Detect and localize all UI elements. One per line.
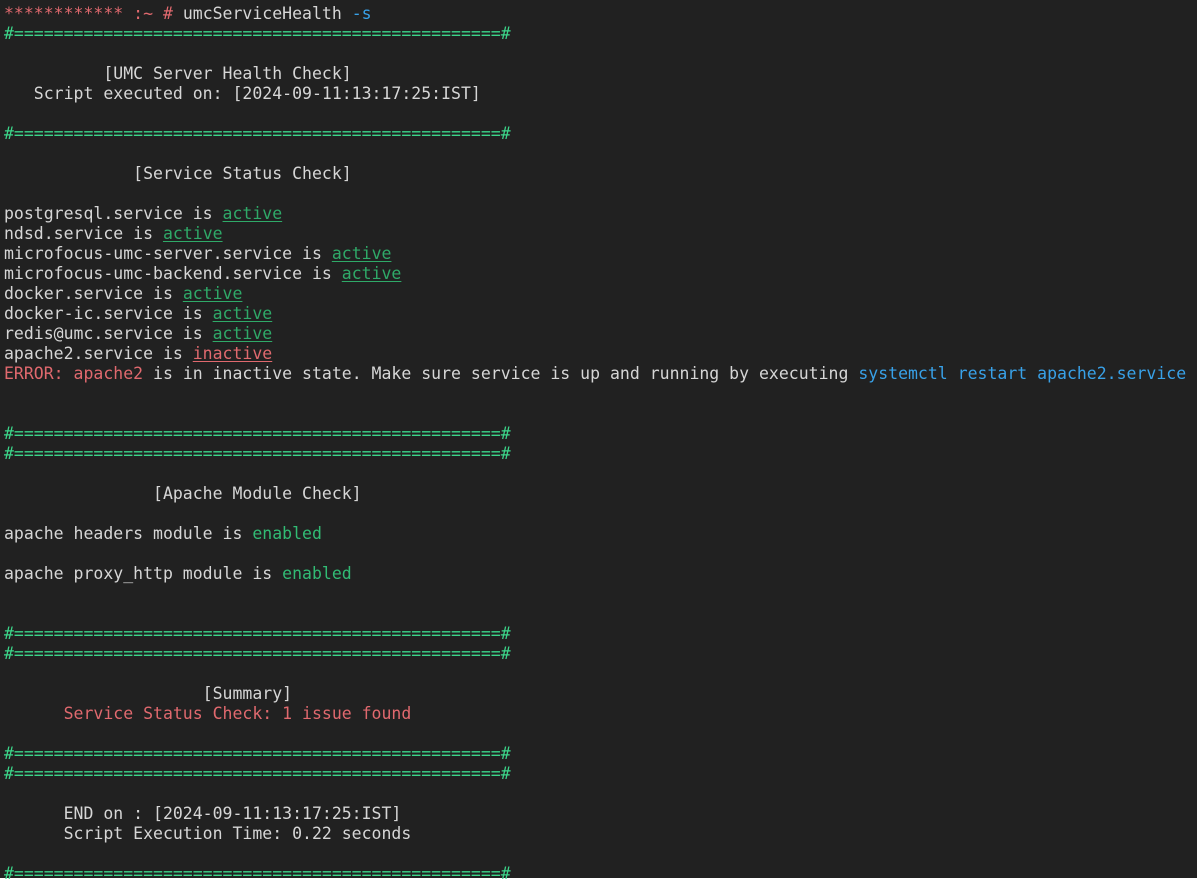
service-name: redis@umc.service is bbox=[4, 324, 213, 343]
section-title-line: [Summary] bbox=[4, 684, 1197, 704]
service-name: docker-ic.service is bbox=[4, 304, 213, 323]
section-title-service-status: [Service Status Check] bbox=[4, 164, 352, 183]
blank-line bbox=[4, 544, 1197, 564]
blank-line bbox=[4, 664, 1197, 684]
module-status-line: apache proxy_http module is enabled bbox=[4, 564, 1197, 584]
blank-line bbox=[4, 104, 1197, 124]
section-title-line: [UMC Server Health Check] bbox=[4, 64, 1197, 84]
blank-line bbox=[4, 504, 1197, 524]
status-active: active bbox=[332, 244, 392, 263]
blank-line bbox=[4, 464, 1197, 484]
status-active: active bbox=[213, 324, 273, 343]
blank-line bbox=[4, 584, 1197, 604]
status-enabled: enabled bbox=[282, 564, 352, 583]
error-label: ERROR: apache2 bbox=[4, 364, 143, 383]
separator-rule: #=======================================… bbox=[4, 864, 511, 883]
section-title-line: [Apache Module Check] bbox=[4, 484, 1197, 504]
service-name: postgresql.service is bbox=[4, 204, 223, 223]
service-status-line: microfocus-umc-backend.service is active bbox=[4, 264, 1197, 284]
command-flag: -s bbox=[352, 4, 372, 23]
service-status-line: postgresql.service is active bbox=[4, 204, 1197, 224]
section-title-apache-module: [Apache Module Check] bbox=[4, 484, 362, 503]
terminal-output: ************ :~ # umcServiceHealth -s#==… bbox=[4, 4, 1197, 884]
blank-line bbox=[4, 144, 1197, 164]
blank-line bbox=[4, 604, 1197, 624]
separator-rule: #=======================================… bbox=[4, 744, 511, 763]
summary-issue-line: Service Status Check: 1 issue found bbox=[4, 704, 1197, 724]
service-status-line: apache2.service is inactive bbox=[4, 344, 1197, 364]
service-name: ndsd.service is bbox=[4, 224, 163, 243]
blank-line bbox=[4, 44, 1197, 64]
service-status-line: microfocus-umc-server.service is active bbox=[4, 244, 1197, 264]
status-enabled: enabled bbox=[252, 524, 322, 543]
module-status-line: apache headers module is enabled bbox=[4, 524, 1197, 544]
error-line: ERROR: apache2 is in inactive state. Mak… bbox=[4, 364, 1197, 384]
command-text: umcServiceHealth bbox=[173, 4, 352, 23]
module-name: apache headers module is bbox=[4, 524, 252, 543]
separator-line: #=======================================… bbox=[4, 644, 1197, 664]
summary-issue-count: Service Status Check: 1 issue found bbox=[4, 704, 411, 723]
section-title-summary: [Summary] bbox=[4, 684, 292, 703]
service-status-line: ndsd.service is active bbox=[4, 224, 1197, 244]
execution-time: Script Execution Time: 0.22 seconds bbox=[4, 824, 411, 843]
separator-rule: #=======================================… bbox=[4, 764, 511, 783]
section-title-umc-health: [UMC Server Health Check] bbox=[4, 64, 352, 83]
status-inactive: inactive bbox=[193, 344, 272, 363]
separator-line: #=======================================… bbox=[4, 864, 1197, 884]
blank-line bbox=[4, 184, 1197, 204]
blank-line bbox=[4, 784, 1197, 804]
separator-rule: #=======================================… bbox=[4, 444, 511, 463]
separator-rule: #=======================================… bbox=[4, 624, 511, 643]
script-end-line: END on : [2024-09-11:13:17:25:IST] bbox=[4, 804, 1197, 824]
separator-line: #=======================================… bbox=[4, 764, 1197, 784]
separator-line: #=======================================… bbox=[4, 624, 1197, 644]
separator-line: #=======================================… bbox=[4, 124, 1197, 144]
service-name: microfocus-umc-server.service is bbox=[4, 244, 332, 263]
script-start-line: Script executed on: [2024-09-11:13:17:25… bbox=[4, 84, 1197, 104]
blank-line bbox=[4, 844, 1197, 864]
status-active: active bbox=[163, 224, 223, 243]
blank-line bbox=[4, 384, 1197, 404]
blank-line bbox=[4, 404, 1197, 424]
shell-prompt: ************ :~ # bbox=[4, 4, 173, 23]
status-active: active bbox=[183, 284, 243, 303]
service-status-line: redis@umc.service is active bbox=[4, 324, 1197, 344]
service-name: apache2.service is bbox=[4, 344, 193, 363]
status-active: active bbox=[342, 264, 402, 283]
error-message: is in inactive state. Make sure service … bbox=[143, 364, 858, 383]
module-name: apache proxy_http module is bbox=[4, 564, 282, 583]
separator-rule: #=======================================… bbox=[4, 644, 511, 663]
execution-time-line: Script Execution Time: 0.22 seconds bbox=[4, 824, 1197, 844]
script-end-timestamp: END on : [2024-09-11:13:17:25:IST] bbox=[4, 804, 401, 823]
separator-line: #=======================================… bbox=[4, 24, 1197, 44]
blank-line bbox=[4, 724, 1197, 744]
script-start-timestamp: Script executed on: [2024-09-11:13:17:25… bbox=[4, 84, 481, 103]
separator-line: #=======================================… bbox=[4, 424, 1197, 444]
separator-line: #=======================================… bbox=[4, 444, 1197, 464]
separator-rule: #=======================================… bbox=[4, 124, 511, 143]
service-name: microfocus-umc-backend.service is bbox=[4, 264, 342, 283]
status-active: active bbox=[223, 204, 283, 223]
service-status-line: docker.service is active bbox=[4, 284, 1197, 304]
separator-rule: #=======================================… bbox=[4, 424, 511, 443]
service-status-line: docker-ic.service is active bbox=[4, 304, 1197, 324]
service-name: docker.service is bbox=[4, 284, 183, 303]
prompt-line: ************ :~ # umcServiceHealth -s bbox=[4, 4, 1197, 24]
separator-rule: #=======================================… bbox=[4, 24, 511, 43]
status-active: active bbox=[213, 304, 273, 323]
suggested-command: systemctl restart apache2.service bbox=[858, 364, 1186, 383]
separator-line: #=======================================… bbox=[4, 744, 1197, 764]
section-title-line: [Service Status Check] bbox=[4, 164, 1197, 184]
terminal[interactable]: ************ :~ # umcServiceHealth -s#==… bbox=[0, 0, 1197, 878]
